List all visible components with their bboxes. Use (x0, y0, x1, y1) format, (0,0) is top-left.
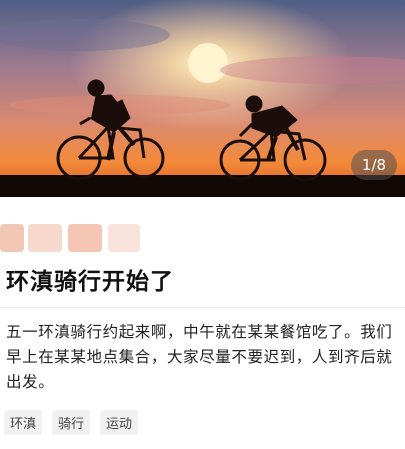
cycling-sunset-photo (0, 0, 405, 197)
post-title: 环滇骑行开始了 (6, 269, 174, 295)
post-hero-image[interactable]: 1/8 (0, 0, 405, 197)
post-body-text: 五一环滇骑行约起来啊，中午就在某某餐馆吃了。我们早上在某某地点集合，大家尽量不要… (6, 323, 393, 391)
divider (0, 307, 405, 308)
tag-list: 环滇 骑行 运动 (4, 410, 139, 435)
image-counter-badge: 1/8 (351, 150, 397, 180)
tag-item[interactable]: 运动 (100, 410, 139, 435)
tag-item[interactable]: 环滇 (4, 410, 43, 435)
tag-item[interactable]: 骑行 (52, 410, 91, 435)
blurred-username (0, 224, 160, 252)
